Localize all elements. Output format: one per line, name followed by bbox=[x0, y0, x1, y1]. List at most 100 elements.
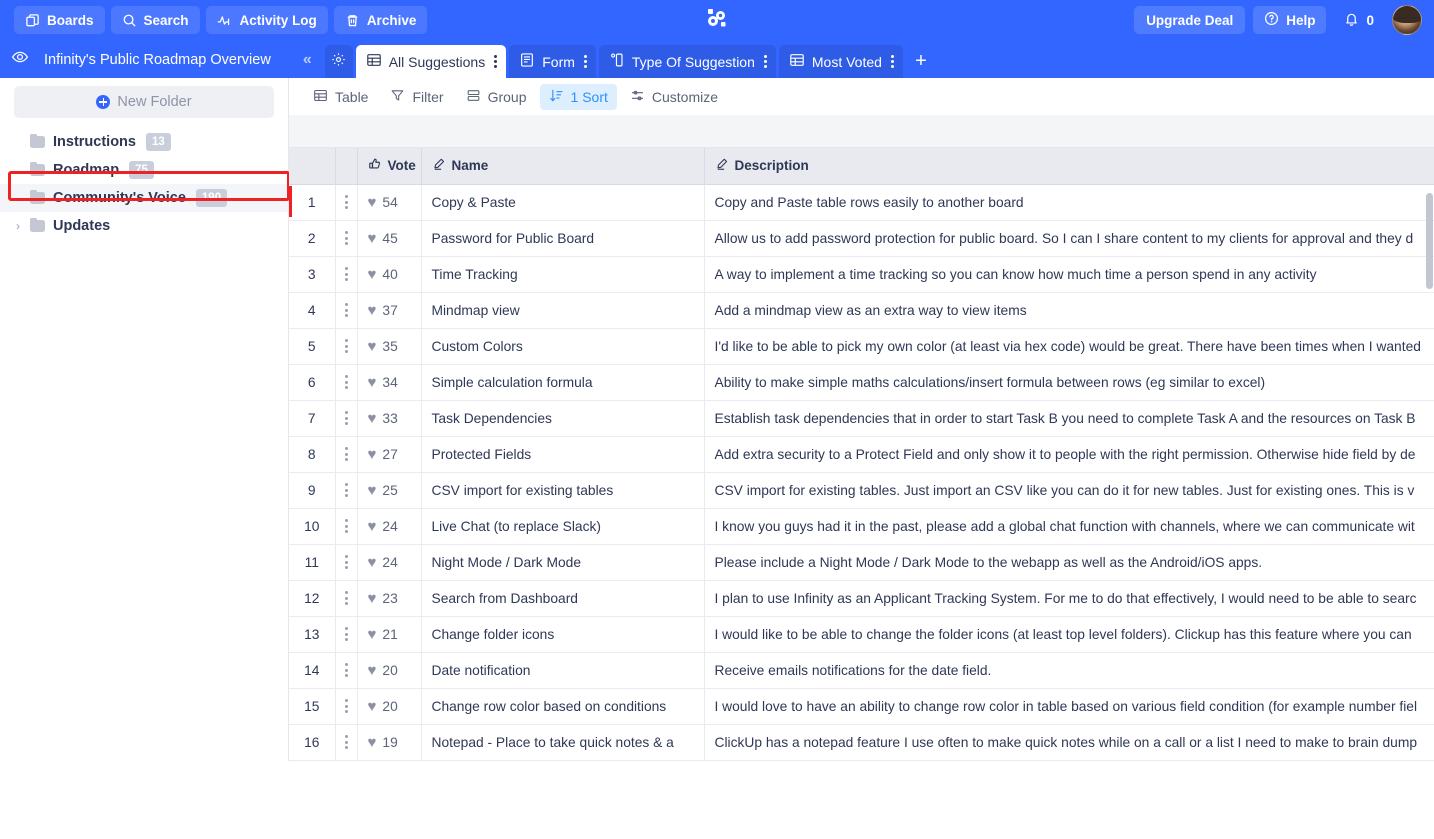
name-cell[interactable]: Custom Colors bbox=[421, 328, 705, 365]
sidebar-item-instructions[interactable]: Instructions 13 bbox=[0, 128, 288, 156]
name-cell[interactable]: Notepad - Place to take quick notes & a bbox=[421, 724, 705, 761]
description-cell[interactable]: Add extra security to a Protect Field an… bbox=[704, 436, 1434, 473]
kebab-icon[interactable] bbox=[344, 447, 348, 461]
heart-icon[interactable]: ♥ bbox=[368, 339, 377, 354]
sort-button[interactable]: 1 Sort bbox=[539, 83, 617, 110]
vote-cell[interactable]: ♥ 34 bbox=[357, 364, 422, 401]
heart-icon[interactable]: ♥ bbox=[368, 447, 377, 462]
kebab-icon[interactable] bbox=[344, 483, 348, 497]
name-cell[interactable]: Password for Public Board bbox=[421, 220, 705, 257]
sidebar-item-communitys-voice[interactable]: Community's Voice 190 bbox=[0, 184, 288, 212]
description-cell[interactable]: Establish task dependencies that in orde… bbox=[704, 400, 1434, 437]
table-row[interactable]: 4 ♥ 37 Mindmap view Add a mindmap view as an… bbox=[289, 292, 1434, 329]
vote-cell[interactable]: ♥ 24 bbox=[357, 508, 422, 545]
description-cell[interactable]: I'd like to be able to pick my own color… bbox=[704, 328, 1434, 365]
kebab-icon[interactable] bbox=[344, 663, 348, 677]
name-cell[interactable]: Mindmap view bbox=[421, 292, 705, 329]
tab-all-suggestions[interactable]: All Suggestions bbox=[355, 45, 507, 78]
description-cell[interactable]: ClickUp has a notepad feature I use ofte… bbox=[704, 724, 1434, 761]
heart-icon[interactable]: ♥ bbox=[368, 411, 377, 426]
kebab-icon[interactable] bbox=[344, 231, 348, 245]
tab-form[interactable]: Form bbox=[509, 45, 596, 78]
name-cell[interactable]: Task Dependencies bbox=[421, 400, 705, 437]
chevron-right-icon[interactable]: › bbox=[16, 219, 20, 233]
table-row[interactable]: 9 ♥ 25 CSV import for existing tables CSV im… bbox=[289, 472, 1434, 509]
description-cell[interactable]: CSV import for existing tables. Just imp… bbox=[704, 472, 1434, 509]
group-button[interactable]: Group bbox=[457, 84, 536, 110]
tab-type-of-suggestion[interactable]: Type Of Suggestion bbox=[598, 45, 776, 78]
tab-menu-icon[interactable] bbox=[583, 55, 587, 68]
kebab-icon[interactable] bbox=[344, 627, 348, 641]
row-menu-button[interactable] bbox=[335, 364, 358, 401]
kebab-icon[interactable] bbox=[344, 699, 348, 713]
vote-cell[interactable]: ♥ 54 bbox=[357, 184, 422, 221]
row-menu-button[interactable] bbox=[335, 688, 358, 725]
vote-cell[interactable]: ♥ 20 bbox=[357, 688, 422, 725]
row-menu-button[interactable] bbox=[335, 292, 358, 329]
name-cell[interactable]: Change row color based on conditions bbox=[421, 688, 705, 725]
name-cell[interactable]: Search from Dashboard bbox=[421, 580, 705, 617]
user-avatar[interactable] bbox=[1392, 5, 1422, 35]
description-cell[interactable]: I plan to use Infinity as an Applicant T… bbox=[704, 580, 1434, 617]
name-cell[interactable]: Date notification bbox=[421, 652, 705, 689]
table-row[interactable]: 5 ♥ 35 Custom Colors I'd like to be able to … bbox=[289, 328, 1434, 365]
description-cell[interactable]: Receive emails notifications for the dat… bbox=[704, 652, 1434, 689]
vote-cell[interactable]: ♥ 27 bbox=[357, 436, 422, 473]
table-row[interactable]: 7 ♥ 33 Task Dependencies Establish task depe… bbox=[289, 400, 1434, 437]
description-cell[interactable]: Allow us to add password protection for … bbox=[704, 220, 1434, 257]
row-menu-button[interactable] bbox=[335, 724, 358, 761]
vertical-scrollbar-thumb[interactable] bbox=[1426, 193, 1433, 289]
vote-cell[interactable]: ♥ 45 bbox=[357, 220, 422, 257]
row-menu-button[interactable] bbox=[335, 256, 358, 293]
row-menu-button[interactable] bbox=[335, 184, 358, 221]
description-cell[interactable]: A way to implement a time tracking so yo… bbox=[704, 256, 1434, 293]
row-menu-button[interactable] bbox=[335, 400, 358, 437]
name-cell[interactable]: CSV import for existing tables bbox=[421, 472, 705, 509]
kebab-icon[interactable] bbox=[344, 195, 348, 209]
table-row[interactable]: 8 ♥ 27 Protected Fields Add extra security t… bbox=[289, 436, 1434, 473]
vote-cell[interactable]: ♥ 19 bbox=[357, 724, 422, 761]
description-cell[interactable]: Copy and Paste table rows easily to anot… bbox=[704, 184, 1434, 221]
name-cell[interactable]: Protected Fields bbox=[421, 436, 705, 473]
heart-icon[interactable]: ♥ bbox=[368, 627, 377, 642]
heart-icon[interactable]: ♥ bbox=[368, 267, 377, 282]
boards-button[interactable]: Boards bbox=[14, 6, 105, 34]
heart-icon[interactable]: ♥ bbox=[368, 519, 377, 534]
heart-icon[interactable]: ♥ bbox=[368, 195, 377, 210]
row-menu-button[interactable] bbox=[335, 580, 358, 617]
description-cell[interactable]: Ability to make simple maths calculation… bbox=[704, 364, 1434, 401]
heart-icon[interactable]: ♥ bbox=[368, 555, 377, 570]
row-menu-button[interactable] bbox=[335, 508, 358, 545]
row-menu-button[interactable] bbox=[335, 544, 358, 581]
table-row[interactable]: 16 ♥ 19 Notepad - Place to take quick notes… bbox=[289, 724, 1434, 761]
row-menu-button[interactable] bbox=[335, 328, 358, 365]
new-folder-button[interactable]: New Folder bbox=[14, 86, 274, 118]
row-menu-button[interactable] bbox=[335, 436, 358, 473]
archive-button[interactable]: Archive bbox=[333, 6, 428, 34]
kebab-icon[interactable] bbox=[344, 411, 348, 425]
description-cell[interactable]: I would like to be able to change the fo… bbox=[704, 616, 1434, 653]
upgrade-deal-button[interactable]: Upgrade Deal bbox=[1134, 6, 1246, 34]
vote-cell[interactable]: ♥ 20 bbox=[357, 652, 422, 689]
name-cell[interactable]: Time Tracking bbox=[421, 256, 705, 293]
name-cell[interactable]: Copy & Paste bbox=[421, 184, 705, 221]
row-menu-button[interactable] bbox=[335, 652, 358, 689]
heart-icon[interactable]: ♥ bbox=[368, 735, 377, 750]
sidebar-item-roadmap[interactable]: Roadmap 75 bbox=[0, 156, 288, 184]
kebab-icon[interactable] bbox=[344, 591, 348, 605]
vote-cell[interactable]: ♥ 35 bbox=[357, 328, 422, 365]
table-row[interactable]: 15 ♥ 20 Change row color based on condition… bbox=[289, 688, 1434, 725]
vertical-scrollbar[interactable] bbox=[1425, 193, 1434, 839]
tab-menu-icon[interactable] bbox=[763, 55, 767, 68]
name-cell[interactable]: Night Mode / Dark Mode bbox=[421, 544, 705, 581]
customize-button[interactable]: Customize bbox=[621, 84, 727, 110]
heart-icon[interactable]: ♥ bbox=[368, 375, 377, 390]
row-menu-button[interactable] bbox=[335, 472, 358, 509]
table-row[interactable]: 13 ♥ 21 Change folder icons I would like to … bbox=[289, 616, 1434, 653]
search-button[interactable]: Search bbox=[110, 6, 200, 34]
infinity-logo[interactable] bbox=[702, 3, 732, 38]
add-view-button[interactable]: + bbox=[906, 45, 936, 78]
table-row[interactable]: 2 ♥ 45 Password for Public Board Allow us to… bbox=[289, 220, 1434, 257]
col-header-name[interactable]: Name bbox=[421, 148, 705, 185]
sidebar-item-updates[interactable]: › Updates bbox=[0, 212, 288, 240]
